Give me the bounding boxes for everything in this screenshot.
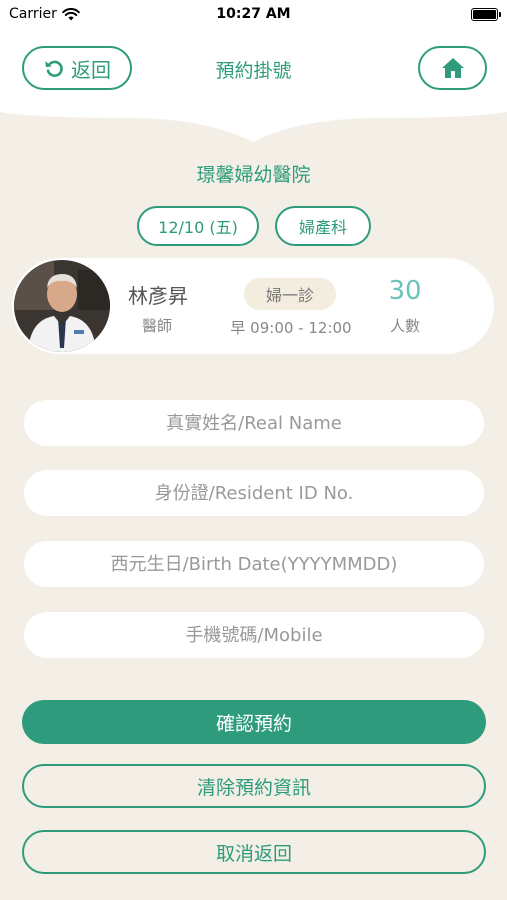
doctor-name: 林彥昇 xyxy=(128,284,188,308)
clinic-time: 早 09:00 - 12:00 xyxy=(230,319,352,337)
header: 返回 預約掛號 xyxy=(0,30,507,142)
doctor-title: 醫師 xyxy=(142,317,173,335)
confirm-booking-button[interactable]: 確認預約 xyxy=(22,700,486,744)
real-name-input[interactable] xyxy=(24,400,484,446)
doctor-card: 林彥昇 醫師 婦一診 早 09:00 - 12:00 30 人數 xyxy=(12,258,494,354)
doctor-avatar xyxy=(14,260,110,352)
hospital-name: 璟馨婦幼醫院 xyxy=(196,164,311,186)
patient-count-label: 人數 xyxy=(389,317,420,335)
patient-count: 30 xyxy=(388,276,422,306)
department-chip: 婦產科 xyxy=(275,206,371,246)
date-chip: 12/10 (五) xyxy=(137,206,259,246)
birth-date-input[interactable] xyxy=(24,541,484,587)
home-icon xyxy=(441,58,464,78)
cancel-return-button[interactable]: 取消返回 xyxy=(22,830,486,874)
status-time: 10:27 AM xyxy=(216,6,291,22)
resident-id-input[interactable] xyxy=(24,470,484,516)
clinic-badge: 婦一診 xyxy=(244,278,336,310)
clear-booking-button[interactable]: 清除預約資訊 xyxy=(22,764,486,808)
status-bar: Carrier 10:27 AM xyxy=(0,0,507,30)
mobile-input[interactable] xyxy=(24,612,484,658)
battery-icon xyxy=(471,8,501,21)
home-button[interactable] xyxy=(418,46,487,90)
